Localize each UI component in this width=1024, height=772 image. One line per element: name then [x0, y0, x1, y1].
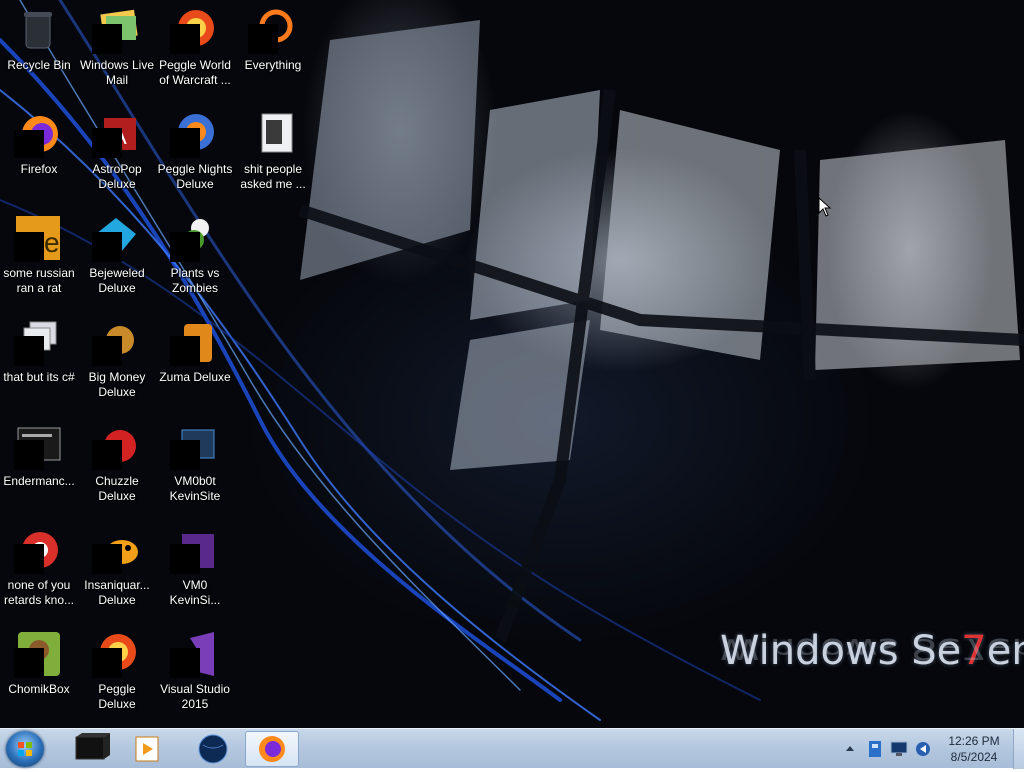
clock[interactable]: 12:26 PM 8/5/2024	[940, 733, 1008, 765]
wallpaper-brand-reflection: Windows Se7en	[720, 632, 1024, 664]
icon-label: Zuma Deluxe	[159, 370, 231, 384]
peggle-icon	[92, 630, 140, 678]
taskbar-firefox-button[interactable]	[245, 731, 299, 767]
clock-time: 12:26 PM	[948, 734, 1000, 748]
desktop-icon-endermanc[interactable]: Endermanc...	[0, 416, 78, 512]
icon-label: Insaniquar... Deluxe	[84, 578, 150, 607]
icon-label: Endermanc...	[3, 474, 75, 488]
icon-label: Firefox	[20, 162, 58, 176]
desktop-icon-insaniquarium-deluxe[interactable]: Insaniquar... Deluxe	[78, 520, 156, 616]
recycle-bin-icon	[14, 6, 62, 54]
icon-label: AstroPop Deluxe	[92, 162, 142, 191]
volume-icon[interactable]	[914, 739, 932, 759]
brand-reflect-end: en	[986, 631, 1024, 664]
desktop-icon-chomikbox[interactable]: ChomikBox	[0, 624, 78, 720]
terminal-icon	[75, 733, 110, 760]
visual-studio-icon	[170, 630, 218, 678]
mail-icon	[92, 6, 140, 54]
zuma-icon	[170, 318, 218, 366]
desktop-icon-peggle-deluxe[interactable]: Peggle Deluxe	[78, 624, 156, 720]
plants-icon	[170, 214, 218, 262]
icon-label: shit people asked me ...	[240, 162, 306, 191]
desktop-icon-shit-people-asked-me[interactable]: shit people asked me ...	[234, 104, 312, 200]
vm-icon	[170, 422, 218, 470]
icon-label: VM0 KevinSi...	[169, 578, 221, 607]
desktop-icon-bejeweled-deluxe[interactable]: Bejeweled Deluxe	[78, 208, 156, 304]
icon-label: Bejeweled Deluxe	[89, 266, 145, 295]
folder-icon	[248, 110, 296, 158]
firefox-icon	[14, 110, 62, 158]
icon-label: Chuzzle Deluxe	[95, 474, 139, 503]
taskbar-terminal-button[interactable]	[64, 731, 118, 767]
media-player-icon	[135, 736, 159, 762]
fish-icon	[92, 526, 140, 574]
brand-reflect-main: Windows Se	[720, 631, 962, 664]
svg-text:e: e	[44, 227, 60, 258]
start-orb-icon[interactable]	[6, 731, 44, 767]
desktop-icon-recycle-bin[interactable]: Recycle Bin	[0, 0, 78, 96]
desktop-icon-windows-live-mail[interactable]: Windows Live Mail	[78, 0, 156, 96]
icon-label: none of you retards kno...	[3, 578, 75, 607]
icon-label: Windows Live Mail	[79, 58, 155, 87]
icon-label: Big Money Deluxe	[88, 370, 146, 399]
firefox-icon	[259, 736, 285, 762]
icon-label: Plants vs Zombies	[170, 266, 220, 295]
taskbar: 12:26 PM 8/5/2024	[0, 728, 1024, 769]
clock-date: 8/5/2024	[950, 750, 998, 764]
desktop-icon-peggle-world-of-warcraft[interactable]: Peggle World of Warcraft ...	[156, 0, 234, 96]
globe-icon	[198, 734, 228, 764]
vm-icon	[170, 526, 218, 574]
desktop-icon-firefox[interactable]: Firefox	[0, 104, 78, 200]
desktop-icon-plants-vs-zombies[interactable]: Plants vs Zombies	[156, 208, 234, 304]
document-icon: e	[14, 214, 62, 262]
folder-icon	[14, 318, 62, 366]
desktop-icon-vm0-kevinsite[interactable]: VM0 KevinSi...	[156, 520, 234, 616]
icon-label: Peggle World of Warcraft ...	[159, 58, 231, 87]
chrome-icon	[14, 526, 62, 574]
desktop-icon-none-of-you[interactable]: none of you retards kno...	[0, 520, 78, 616]
icon-label: Recycle Bin	[7, 58, 71, 72]
chomikbox-icon	[14, 630, 62, 678]
taskbar-media-player-button[interactable]	[122, 731, 176, 767]
display-icon[interactable]	[890, 741, 908, 757]
desktop-icon-peggle-nights-deluxe[interactable]: Peggle Nights Deluxe	[156, 104, 234, 200]
show-desktop-button[interactable]	[1013, 729, 1024, 769]
desktop-icon-everything[interactable]: Everything	[234, 0, 312, 96]
icon-label: Peggle Nights Deluxe	[157, 162, 233, 191]
desktop-icon-that-but-its-csharp[interactable]: that but its c#	[0, 312, 78, 408]
icon-label: VM0b0t KevinSite	[169, 474, 221, 503]
chuzzle-icon	[92, 422, 140, 470]
desktop-icon-chuzzle-deluxe[interactable]: Chuzzle Deluxe	[78, 416, 156, 512]
desktop-icon-astropop-deluxe[interactable]: A AstroPop Deluxe	[78, 104, 156, 200]
peggle-icon	[170, 6, 218, 54]
peggle-icon	[170, 110, 218, 158]
mouse-cursor-icon	[818, 197, 832, 217]
taskbar-globe-button[interactable]	[186, 731, 240, 767]
icon-label: Everything	[244, 58, 302, 72]
icon-label: Peggle Deluxe	[98, 682, 136, 711]
desktop-icon-some-russian-ran-a-rat[interactable]: e some russian ran a rat	[0, 208, 78, 304]
show-hidden-icons-icon[interactable]	[845, 743, 855, 753]
desktop-icon-big-money-deluxe[interactable]: Big Money Deluxe	[78, 312, 156, 408]
icon-label: that but its c#	[3, 370, 75, 384]
desktop-icon-visual-studio-2015[interactable]: Visual Studio 2015	[156, 624, 234, 720]
network-icon[interactable]	[866, 739, 884, 759]
icon-label: some russian ran a rat	[3, 266, 75, 295]
brand-reflect-seven: 7	[961, 631, 987, 664]
terminal-icon	[14, 422, 62, 470]
bejeweled-icon	[92, 214, 140, 262]
money-icon	[92, 318, 140, 366]
desktop-icon-zuma-deluxe[interactable]: Zuma Deluxe	[156, 312, 234, 408]
search-tool-icon	[248, 6, 296, 54]
icon-label: Visual Studio 2015	[160, 682, 230, 711]
icon-label: ChomikBox	[8, 682, 70, 696]
desktop-icon-vm0b0t-kevinsite[interactable]: VM0b0t KevinSite	[156, 416, 234, 512]
astropop-icon: A	[92, 110, 140, 158]
desktop[interactable]: Windows Se7en Windows Se7en Recycle Bin …	[0, 0, 1024, 728]
